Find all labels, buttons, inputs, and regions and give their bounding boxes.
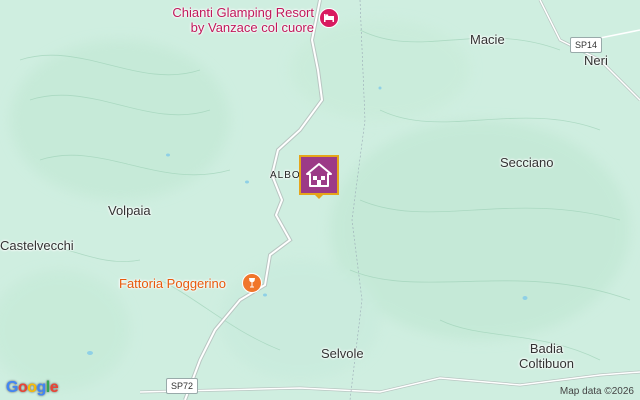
place-albo-partial: ALBO bbox=[270, 170, 301, 181]
poi-name-line2: by Vanzace col cuore bbox=[190, 20, 314, 35]
google-logo[interactable]: Google bbox=[6, 379, 59, 397]
house-icon bbox=[306, 163, 332, 187]
place-badia-coltibuono: Badia Coltibuon bbox=[519, 341, 574, 371]
place-volpaia: Volpaia bbox=[108, 203, 151, 218]
wine-glass-icon[interactable] bbox=[242, 273, 262, 293]
road-shield-sp72: SP72 bbox=[166, 378, 199, 394]
poi-name-line1: Chianti Glamping Resort bbox=[172, 5, 314, 20]
place-selvole: Selvole bbox=[321, 346, 364, 361]
place-badia-line2: Coltibuon bbox=[519, 356, 574, 371]
place-neri: Neri bbox=[584, 53, 608, 68]
selected-property-marker[interactable] bbox=[299, 155, 339, 195]
place-castelvecchi: Castelvecchi bbox=[0, 238, 74, 253]
place-secciano: Secciano bbox=[500, 155, 554, 170]
bed-icon[interactable] bbox=[319, 8, 339, 28]
road-shield-sp14: SP14 bbox=[570, 37, 603, 53]
poi-chianti-glamping-label[interactable]: Chianti Glamping Resort by Vanzace col c… bbox=[164, 5, 314, 35]
marker-pointer bbox=[313, 193, 325, 199]
map-attribution[interactable]: Map data ©2026 bbox=[560, 386, 634, 397]
terrain-layer bbox=[0, 0, 640, 400]
poi-fattoria-poggerino-label[interactable]: Fattoria Poggerino bbox=[119, 276, 226, 291]
map-canvas[interactable]: Chianti Glamping Resort by Vanzace col c… bbox=[0, 0, 640, 400]
place-macie: Macie bbox=[470, 32, 505, 47]
place-badia-line1: Badia bbox=[529, 341, 564, 356]
